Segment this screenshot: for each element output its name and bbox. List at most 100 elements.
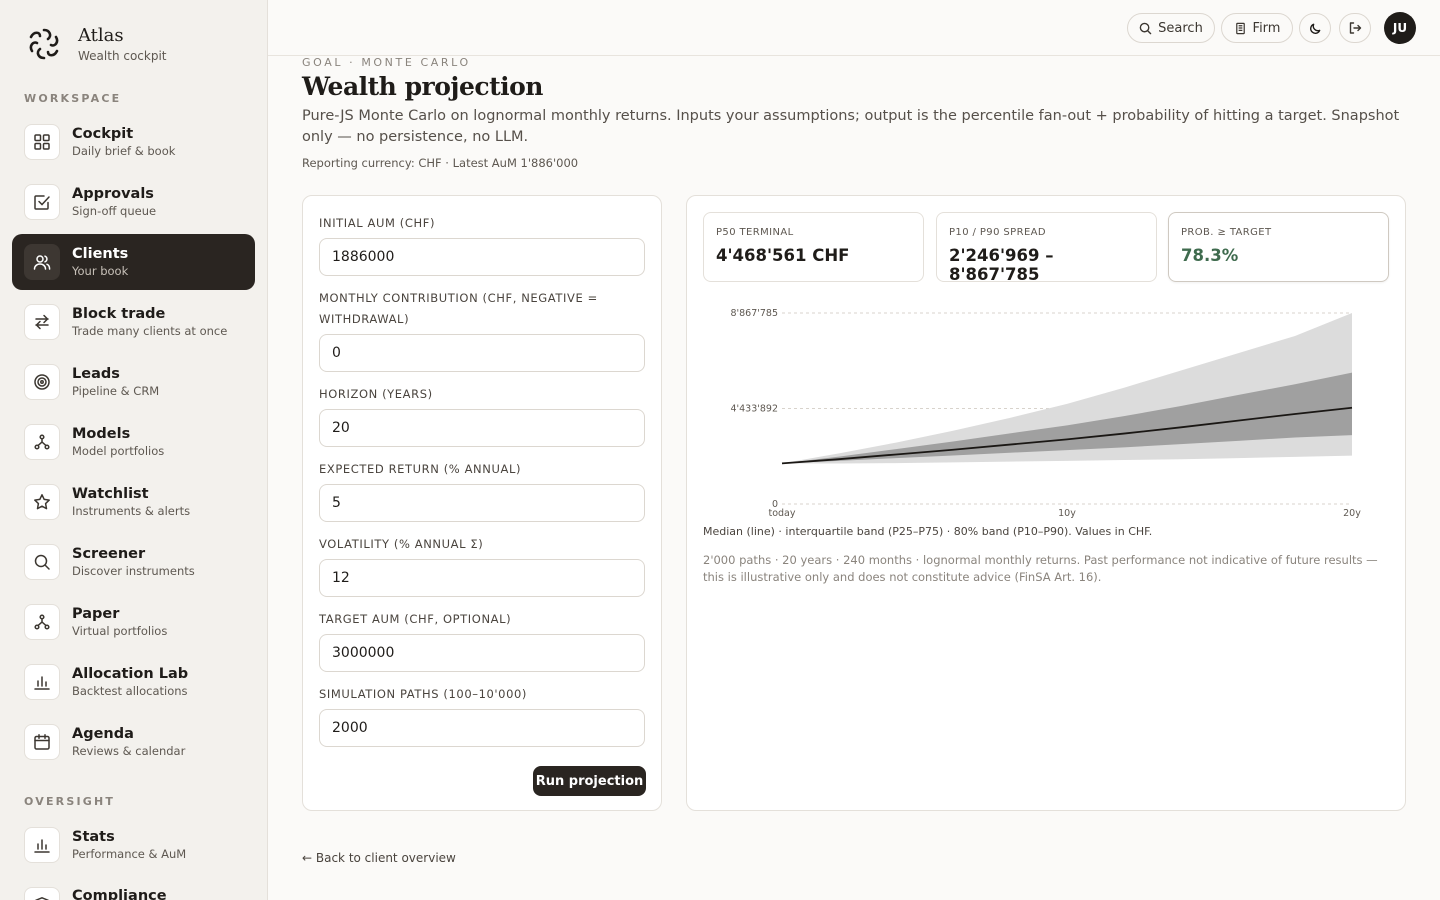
fan-chart: 8'867'7854'433'8920today 10y 20y [730, 308, 1361, 519]
sidebar-item-sub: Discover instruments [72, 564, 195, 578]
sidebar-item-label: Watchlist [72, 486, 149, 502]
sidebar-item-paper[interactable]: Paper Virtual portfolios [12, 594, 255, 650]
sidebar-item-sub: Instruments & alerts [72, 504, 191, 518]
search-label: Search [1158, 20, 1203, 36]
sidebar-item-sub: Performance & AuM [72, 847, 187, 861]
horizon-input[interactable] [319, 409, 645, 447]
target-aum-input[interactable] [319, 634, 645, 672]
brand-name: Atlas [78, 25, 124, 46]
monthly-contribution-label: MONTHLY CONTRIBUTION (CHF, NEGATIVE = WI… [319, 291, 598, 326]
page-title: Wealth projection [302, 72, 543, 101]
topbar: Search Firm JU [268, 0, 1440, 56]
share-nodes-icon [24, 604, 60, 640]
arrows-swap-icon [24, 304, 60, 340]
sidebar-item-label: Allocation Lab [72, 666, 189, 682]
avatar[interactable]: JU [1384, 12, 1416, 44]
expected-return-input[interactable] [319, 484, 645, 522]
stat-p50-terminal: P50 TERMINAL 4'468'561 CHF [703, 212, 924, 282]
sidebar-item-label: Stats [72, 829, 115, 845]
sidebar-item-stats[interactable]: Stats Performance & AuM [12, 817, 255, 873]
star-icon [24, 484, 60, 520]
simulation-paths-label: SIMULATION PATHS (100–10'000) [319, 687, 528, 701]
target-icon [24, 364, 60, 400]
expected-return-label: EXPECTED RETURN (% ANNUAL) [319, 462, 522, 476]
sidebar-item-label: Leads [72, 366, 120, 382]
disclaimer-note: 2'000 paths · 20 years · 240 months · lo… [703, 553, 1378, 584]
run-projection-button[interactable]: Run projection [533, 766, 646, 796]
initial-aum-label: INITIAL AUM (CHF) [319, 216, 436, 230]
monthly-contribution-input[interactable] [319, 334, 645, 372]
sidebar-item-block-trade[interactable]: Block trade Trade many clients at once [12, 294, 255, 350]
sidebar-item-allocation-lab[interactable]: Allocation Lab Backtest allocations [12, 654, 255, 710]
firm-label: Firm [1252, 20, 1281, 36]
volatility-label: VOLATILITY (% ANNUAL Σ) [319, 537, 484, 551]
page-description: Pure-JS Monte Carlo on lognormal monthly… [302, 108, 1400, 145]
sidebar-item-compliance[interactable]: Compliance [12, 877, 255, 900]
sidebar-item-sub: Reviews & calendar [72, 744, 186, 758]
sidebar-item-sub: Trade many clients at once [72, 324, 228, 338]
sidebar-item-label: Models [72, 426, 131, 442]
x-tick-label: 20y [1343, 508, 1361, 519]
theme-toggle-button[interactable] [1299, 13, 1331, 43]
atlas-logo-icon [29, 28, 59, 60]
calendar-icon [24, 724, 60, 760]
brand[interactable]: Atlas Wealth cockpit [26, 24, 167, 64]
sidebar-item-label: Approvals [72, 186, 154, 202]
sidebar-item-models[interactable]: Models Model portfolios [12, 414, 255, 470]
logout-icon [1349, 22, 1362, 34]
shield-icon [24, 887, 60, 900]
sidebar-item-cockpit[interactable]: Cockpit Daily brief & book [12, 114, 255, 170]
section-label-workspace: WORKSPACE [24, 92, 122, 105]
share-nodes-icon [24, 424, 60, 460]
page-eyebrow: GOAL · MONTE CARLO [302, 56, 471, 69]
grid-icon [24, 124, 60, 160]
sidebar-item-sub: Virtual portfolios [72, 624, 168, 638]
building-icon [1235, 22, 1245, 34]
x-tick-label: 10y [1058, 508, 1076, 519]
bar-chart-icon [24, 664, 60, 700]
stat-label: P50 TERMINAL [716, 227, 794, 238]
stat-p10-p90-spread: P10 / P90 SPREAD 2'246'969 – 8'867'785 [936, 212, 1157, 284]
firm-button[interactable]: Firm [1221, 13, 1293, 43]
volatility-input[interactable] [319, 559, 645, 597]
sidebar-item-label: Agenda [72, 726, 134, 742]
logout-button[interactable] [1339, 13, 1371, 43]
horizon-label: HORIZON (YEARS) [319, 387, 433, 401]
search-button[interactable]: Search [1127, 13, 1215, 43]
moon-icon [1309, 23, 1320, 34]
sidebar-item-leads[interactable]: Leads Pipeline & CRM [12, 354, 255, 410]
sidebar-item-label: Cockpit [72, 126, 134, 142]
sidebar-item-label: Clients [72, 246, 129, 262]
y-tick-label: 4'433'892 [730, 404, 778, 415]
sidebar: Atlas Wealth cockpit WORKSPACE Cockpit Da… [0, 0, 268, 900]
sidebar-item-sub: Pipeline & CRM [72, 384, 160, 398]
stat-label: P10 / P90 SPREAD [949, 227, 1047, 238]
target-aum-label: TARGET AUM (CHF, OPTIONAL) [319, 612, 512, 626]
sidebar-item-label: Compliance [72, 888, 167, 900]
check-square-icon [24, 184, 60, 220]
sidebar-item-sub: Model portfolios [72, 444, 165, 458]
sidebar-item-clients[interactable]: Clients Your book [12, 234, 255, 290]
sidebar-item-sub: Sign-off queue [72, 204, 157, 218]
initial-aum-input[interactable] [319, 238, 645, 276]
sidebar-item-approvals[interactable]: Approvals Sign-off queue [12, 174, 255, 230]
sidebar-item-watchlist[interactable]: Watchlist Instruments & alerts [12, 474, 255, 530]
stat-value: 2'246'969 – 8'867'785 [949, 246, 1054, 284]
sidebar-item-agenda[interactable]: Agenda Reviews & calendar [12, 714, 255, 770]
users-icon [24, 244, 60, 280]
bar-chart-icon [24, 827, 60, 863]
stat-value: 4'468'561 CHF [716, 246, 850, 265]
simulation-paths-input[interactable] [319, 709, 645, 747]
search-icon [24, 544, 60, 580]
back-to-client-link[interactable]: ← Back to client overview [302, 851, 456, 865]
projection-results: P50 TERMINAL 4'468'561 CHF P10 / P90 SPR… [686, 195, 1406, 811]
chart-caption: Median (line) · interquartile band (P25–… [703, 525, 1153, 538]
stat-value: 78.3% [1181, 246, 1239, 265]
projection-form: INITIAL AUM (CHF) MONTHLY CONTRIBUTION (… [302, 195, 662, 811]
stat-prob-target: PROB. ≥ TARGET 78.3% [1168, 212, 1389, 282]
sidebar-item-sub: Daily brief & book [72, 144, 176, 158]
x-tick-label: today [768, 508, 795, 519]
sidebar-item-screener[interactable]: Screener Discover instruments [12, 534, 255, 590]
y-tick-label: 8'867'785 [730, 308, 778, 319]
stat-label: PROB. ≥ TARGET [1181, 227, 1272, 238]
